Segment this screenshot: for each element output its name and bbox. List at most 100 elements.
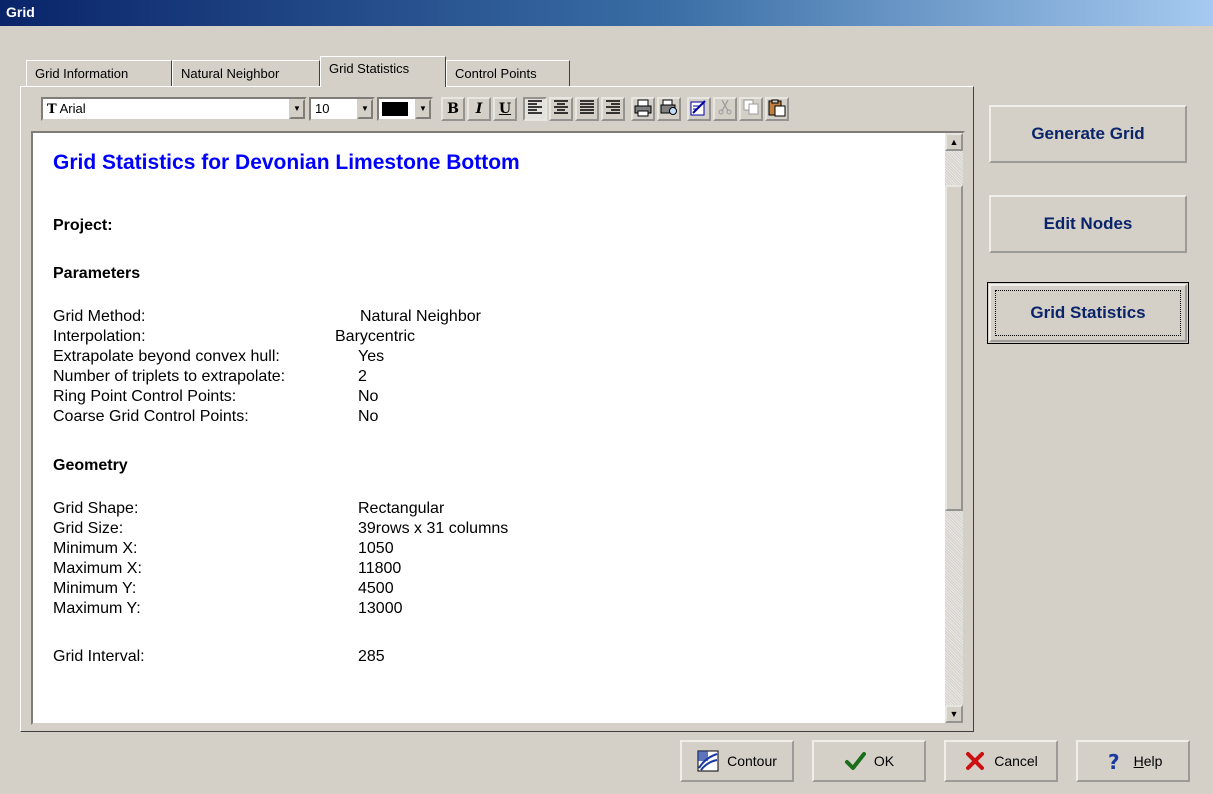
ok-label: OK: [873, 753, 895, 769]
help-question-icon: ?: [1108, 750, 1120, 772]
scrollbar-thumb[interactable]: [945, 185, 963, 511]
help-label: Help: [1134, 753, 1163, 769]
align-justify-button[interactable]: [575, 97, 599, 121]
tab-label: Control Points: [455, 66, 537, 81]
contour-button[interactable]: Contour: [680, 740, 794, 782]
geometry-heading: Geometry: [53, 457, 128, 474]
italic-button[interactable]: I: [467, 97, 491, 121]
geometry-value: 1050: [358, 540, 394, 557]
grid-statistics-button[interactable]: Grid Statistics: [987, 282, 1189, 344]
generate-grid-button[interactable]: Generate Grid: [989, 105, 1187, 163]
vertical-scrollbar[interactable]: ▲ ▼: [945, 133, 963, 723]
arrow-up-icon: ▲: [949, 137, 959, 147]
parameter-row: Ring Point Control Points: No: [53, 387, 945, 407]
tab-grid-information[interactable]: Grid Information: [26, 60, 172, 86]
align-left-button[interactable]: [523, 97, 547, 121]
geometry-value: 39rows x 31 columns: [358, 520, 509, 537]
project-label: Project:: [53, 217, 113, 234]
chevron-down-icon[interactable]: ▼: [357, 99, 373, 119]
align-right-icon: [606, 100, 620, 114]
geometry-row: Grid Shape: Rectangular: [53, 499, 945, 519]
scroll-up-button[interactable]: ▲: [945, 133, 963, 151]
underline-label: U: [498, 101, 512, 117]
geometry-key: Maximum X:: [53, 560, 142, 577]
parameter-value: Barycentric: [335, 328, 416, 345]
align-left-icon: [528, 100, 542, 114]
tab-label: Natural Neighbor: [181, 66, 280, 81]
contour-label: Contour: [727, 753, 777, 769]
paste-button[interactable]: [765, 97, 789, 121]
align-center-icon: [554, 100, 568, 114]
bold-label: B: [447, 101, 459, 117]
tab-page-grid-statistics: T Arial ▼ 10 ▼ ▼ B I U Grid Statistics f…: [20, 86, 974, 732]
geometry-row: Grid Size: 39rows x 31 columns: [53, 519, 945, 539]
parameter-row: Number of triplets to extrapolate: 2: [53, 367, 945, 387]
print-icon: [634, 99, 652, 117]
parameter-value: No: [358, 388, 379, 405]
geometry-key: Grid Shape:: [53, 500, 139, 517]
chevron-down-icon[interactable]: ▼: [289, 99, 305, 119]
window-title: Grid: [6, 4, 35, 20]
parameter-key: Coarse Grid Control Points:: [53, 408, 249, 425]
edit-nodes-button[interactable]: Edit Nodes: [989, 195, 1187, 253]
cut-button[interactable]: [713, 97, 737, 121]
copy-button[interactable]: [739, 97, 763, 121]
edit-button[interactable]: [687, 97, 711, 121]
parameter-row: Interpolation: Barycentric: [53, 327, 945, 347]
chevron-down-icon[interactable]: ▼: [415, 99, 431, 119]
parameter-key: Interpolation:: [53, 328, 146, 345]
edit-nodes-label: Edit Nodes: [1043, 214, 1133, 233]
window-title-bar[interactable]: Grid: [0, 0, 1213, 26]
geometry-key: Grid Interval:: [53, 648, 145, 665]
geometry-row: Minimum Y: 4500: [53, 579, 945, 599]
svg-text:?: ?: [1108, 750, 1120, 772]
parameter-key: Ring Point Control Points:: [53, 388, 237, 405]
help-hotkey: H: [1133, 753, 1144, 769]
underline-button[interactable]: U: [493, 97, 517, 121]
parameters-list: Grid Method: Natural Neighbor Interpolati…: [53, 307, 945, 427]
align-right-button[interactable]: [601, 97, 625, 121]
help-rest: elp: [1143, 753, 1163, 769]
font-size-combo[interactable]: 10 ▼: [309, 97, 375, 121]
parameters-heading: Parameters: [53, 265, 141, 282]
geometry-row: Maximum Y: 13000: [53, 599, 945, 619]
edit-icon: [690, 100, 706, 116]
font-name-combo[interactable]: T Arial ▼: [41, 97, 307, 121]
geometry-value: 285: [358, 648, 385, 665]
color-swatch: [382, 102, 408, 116]
tab-control-points[interactable]: Control Points: [446, 60, 570, 86]
arrow-down-icon: ▼: [949, 709, 959, 719]
align-justify-icon: [580, 100, 594, 114]
contour-icon: [697, 750, 719, 772]
tab-grid-statistics[interactable]: Grid Statistics: [320, 56, 446, 87]
tab-label: Grid Information: [35, 66, 129, 81]
geometry-value: 11800: [358, 560, 402, 577]
statistics-report-editor[interactable]: Grid Statistics for Devonian Limestone B…: [31, 131, 965, 725]
cut-icon: [718, 99, 732, 115]
print-button[interactable]: [631, 97, 655, 121]
italic-label: I: [475, 101, 483, 117]
focus-rect: Grid Statistics: [995, 290, 1181, 336]
ok-button[interactable]: OK: [812, 740, 926, 782]
font-color-combo[interactable]: ▼: [377, 97, 433, 121]
parameter-value: No: [358, 408, 379, 425]
paste-icon: [768, 99, 786, 117]
tab-natural-neighbor[interactable]: Natural Neighbor: [172, 60, 320, 86]
align-center-button[interactable]: [549, 97, 573, 121]
font-name-value: Arial: [59, 101, 86, 116]
parameter-row: Coarse Grid Control Points: No: [53, 407, 945, 427]
parameter-key: Grid Method:: [53, 308, 146, 325]
parameter-key: Number of triplets to extrapolate:: [53, 368, 286, 385]
geometry-key: Minimum Y:: [53, 580, 137, 597]
print-preview-button[interactable]: [657, 97, 681, 121]
scroll-down-button[interactable]: ▼: [945, 705, 963, 723]
formatting-toolbar: T Arial ▼ 10 ▼ ▼ B I U: [37, 95, 957, 123]
bold-button[interactable]: B: [441, 97, 465, 121]
close-icon: [966, 752, 985, 770]
help-button[interactable]: ? Help: [1076, 740, 1190, 782]
geometry-key: Grid Size:: [53, 520, 124, 537]
cancel-button[interactable]: Cancel: [944, 740, 1058, 782]
geometry-key: Minimum X:: [53, 540, 138, 557]
geometry-list: Grid Shape: Rectangular Grid Size: 39rows …: [53, 499, 945, 667]
